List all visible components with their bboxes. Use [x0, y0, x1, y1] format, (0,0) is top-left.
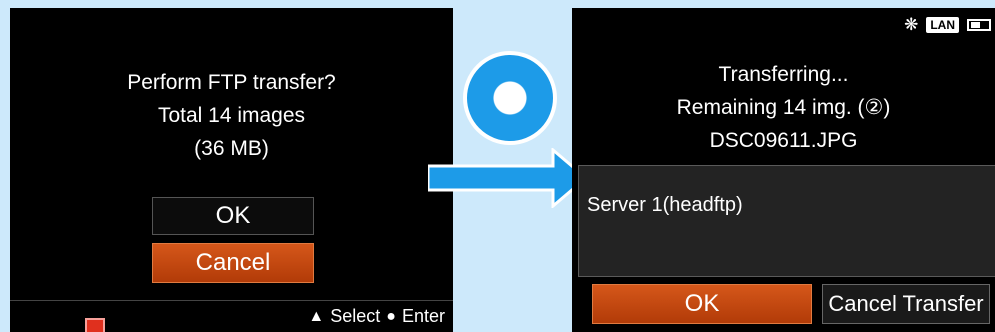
server-label: Server 1(headftp): [587, 194, 743, 216]
prompt-line-2: Total 14 images: [157, 104, 306, 127]
server-panel: Server 1(headftp): [578, 165, 995, 277]
battery-icon: [967, 18, 991, 31]
ftp-prompt: Perform FTP transfer? Total 14 images (3…: [10, 66, 453, 165]
progress-line-2: Remaining 14 img. (②): [676, 96, 891, 119]
select-hint: Select: [330, 306, 381, 326]
ok-button[interactable]: OK: [152, 197, 314, 235]
enter-hint: Enter: [401, 306, 445, 326]
footer-divider: [10, 300, 453, 301]
progress-line-3: DSC09611.JPG: [709, 129, 858, 152]
enter-dot-icon: ●: [386, 307, 396, 325]
cancel-transfer-button[interactable]: Cancel Transfer: [822, 284, 990, 324]
circle-ok-icon: [463, 51, 557, 145]
cancel-button[interactable]: Cancel: [152, 243, 314, 283]
lan-badge: LAN: [926, 16, 959, 33]
prompt-line-1: Perform FTP transfer?: [127, 71, 336, 94]
arrow-right-icon: [428, 148, 588, 208]
footer-hints: ▲︎ Select ● Enter: [308, 306, 445, 327]
status-bar: ❋ LAN: [904, 16, 991, 33]
busy-indicator-icon: ❋: [904, 15, 919, 34]
progress-line-1: Transferring...: [718, 63, 849, 86]
left-camera-screen: Perform FTP transfer? Total 14 images (3…: [10, 8, 453, 332]
updown-arrows-icon: ▲︎: [308, 307, 325, 325]
prompt-line-3: (36 MB): [194, 137, 269, 160]
right-camera-screen: ❋ LAN Transferring... Remaining 14 img. …: [572, 8, 995, 332]
transfer-status: Transferring... Remaining 14 img. (②) DS…: [572, 58, 995, 157]
red-indicator: [85, 318, 105, 332]
ok-button[interactable]: OK: [592, 284, 812, 324]
